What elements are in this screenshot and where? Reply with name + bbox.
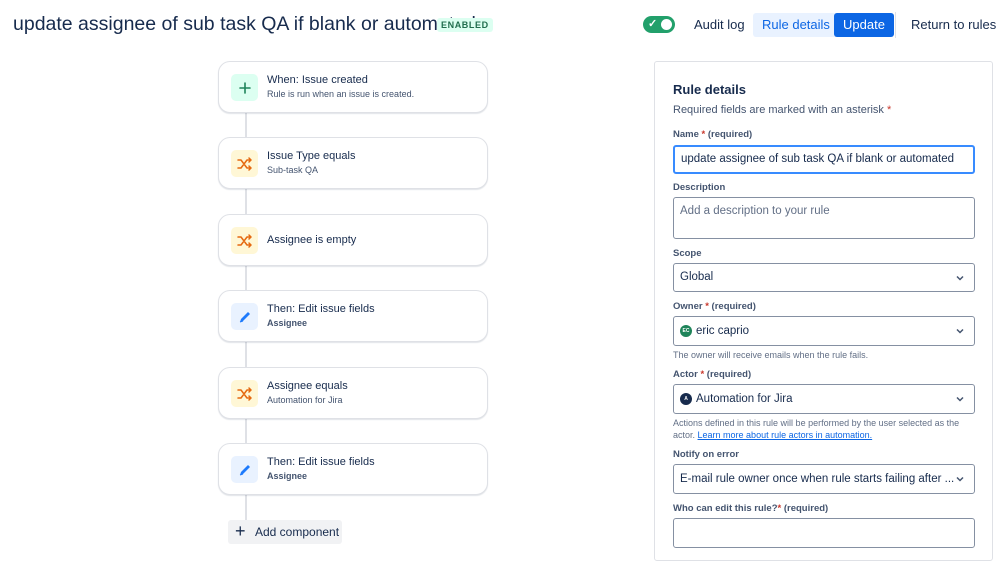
trigger-card[interactable]: When: Issue created Rule is run when an … [218,61,488,113]
pencil-icon [231,303,258,330]
name-field[interactable]: update assignee of sub task QA if blank … [673,145,975,174]
owner-help-text: The owner will receive emails when the r… [673,350,869,360]
status-badge: ENABLED [437,18,493,32]
required-note: Required fields are marked with an aster… [673,104,892,116]
chevron-down-icon [956,328,964,334]
scope-select[interactable]: Global [673,263,975,292]
notify-label: Notify on error [673,449,739,460]
check-icon: ✓ [648,18,658,30]
chevron-down-icon [956,275,964,281]
actor-select[interactable]: A Automation for Jira [673,384,975,414]
name-label: Name * (required) [673,129,753,140]
card-subtitle: Sub-task QA [267,165,319,175]
card-subtitle: Assignee [267,318,308,328]
edit-permission-select[interactable] [673,518,975,548]
condition-card-issue-type[interactable]: Issue Type equals Sub-task QA [218,137,488,189]
return-to-rules-button[interactable]: Return to rules [902,13,999,37]
owner-select[interactable]: EC eric caprio [673,316,975,346]
card-title: Assignee equals [267,380,348,392]
card-title: Then: Edit issue fields [267,303,375,315]
page-title: update assignee of sub task QA if blank … [13,13,476,35]
actor-help-text: Actions defined in this rule will be per… [673,418,960,440]
action-card-edit-fields-2[interactable]: Then: Edit issue fields Assignee [218,443,488,495]
card-subtitle: Automation for Jira [267,395,343,405]
enabled-toggle[interactable]: ✓ [643,16,675,33]
rule-details-panel: Rule details Required fields are marked … [654,61,993,561]
plus-icon [231,74,258,101]
description-field[interactable]: Add a description to your rule [673,197,975,239]
description-label: Description [673,182,726,193]
rule-details-button[interactable]: Rule details [753,13,839,37]
card-title: Then: Edit issue fields [267,456,375,468]
header: update assignee of sub task QA if blank … [0,0,999,50]
panel-title: Rule details [673,82,746,97]
pencil-icon [231,456,258,483]
owner-label: Owner * (required) [673,301,756,312]
actor-label: Actor * (required) [673,369,752,380]
shuffle-icon [231,380,258,407]
plus-icon: + [235,521,246,541]
divider [895,12,896,38]
condition-card-assignee-empty[interactable]: Assignee is empty [218,214,488,266]
edit-permission-label: Who can edit this rule?* (required) [673,503,829,514]
action-card-edit-fields[interactable]: Then: Edit issue fields Assignee [218,290,488,342]
chevron-down-icon [956,396,964,402]
card-title: Assignee is empty [267,234,357,246]
toggle-knob [661,19,672,30]
learn-more-link[interactable]: Learn more about rule actors in automati… [698,430,873,440]
card-subtitle: Assignee [267,471,308,481]
condition-card-assignee-equals[interactable]: Assignee equals Automation for Jira [218,367,488,419]
card-title: Issue Type equals [267,150,356,162]
audit-log-button[interactable]: Audit log [685,13,754,37]
notify-select[interactable]: E-mail rule owner once when rule starts … [673,464,975,494]
add-component-label: Add component [255,525,340,539]
card-subtitle: Rule is run when an issue is created. [267,89,415,99]
add-component-button[interactable]: + Add component [228,520,342,544]
shuffle-icon [231,227,258,254]
card-title: When: Issue created [267,74,368,86]
avatar: EC [680,324,692,337]
chevron-down-icon [956,476,964,482]
avatar: A [680,392,692,405]
shuffle-icon [231,150,258,177]
update-button[interactable]: Update [834,13,894,37]
scope-label: Scope [673,248,702,259]
